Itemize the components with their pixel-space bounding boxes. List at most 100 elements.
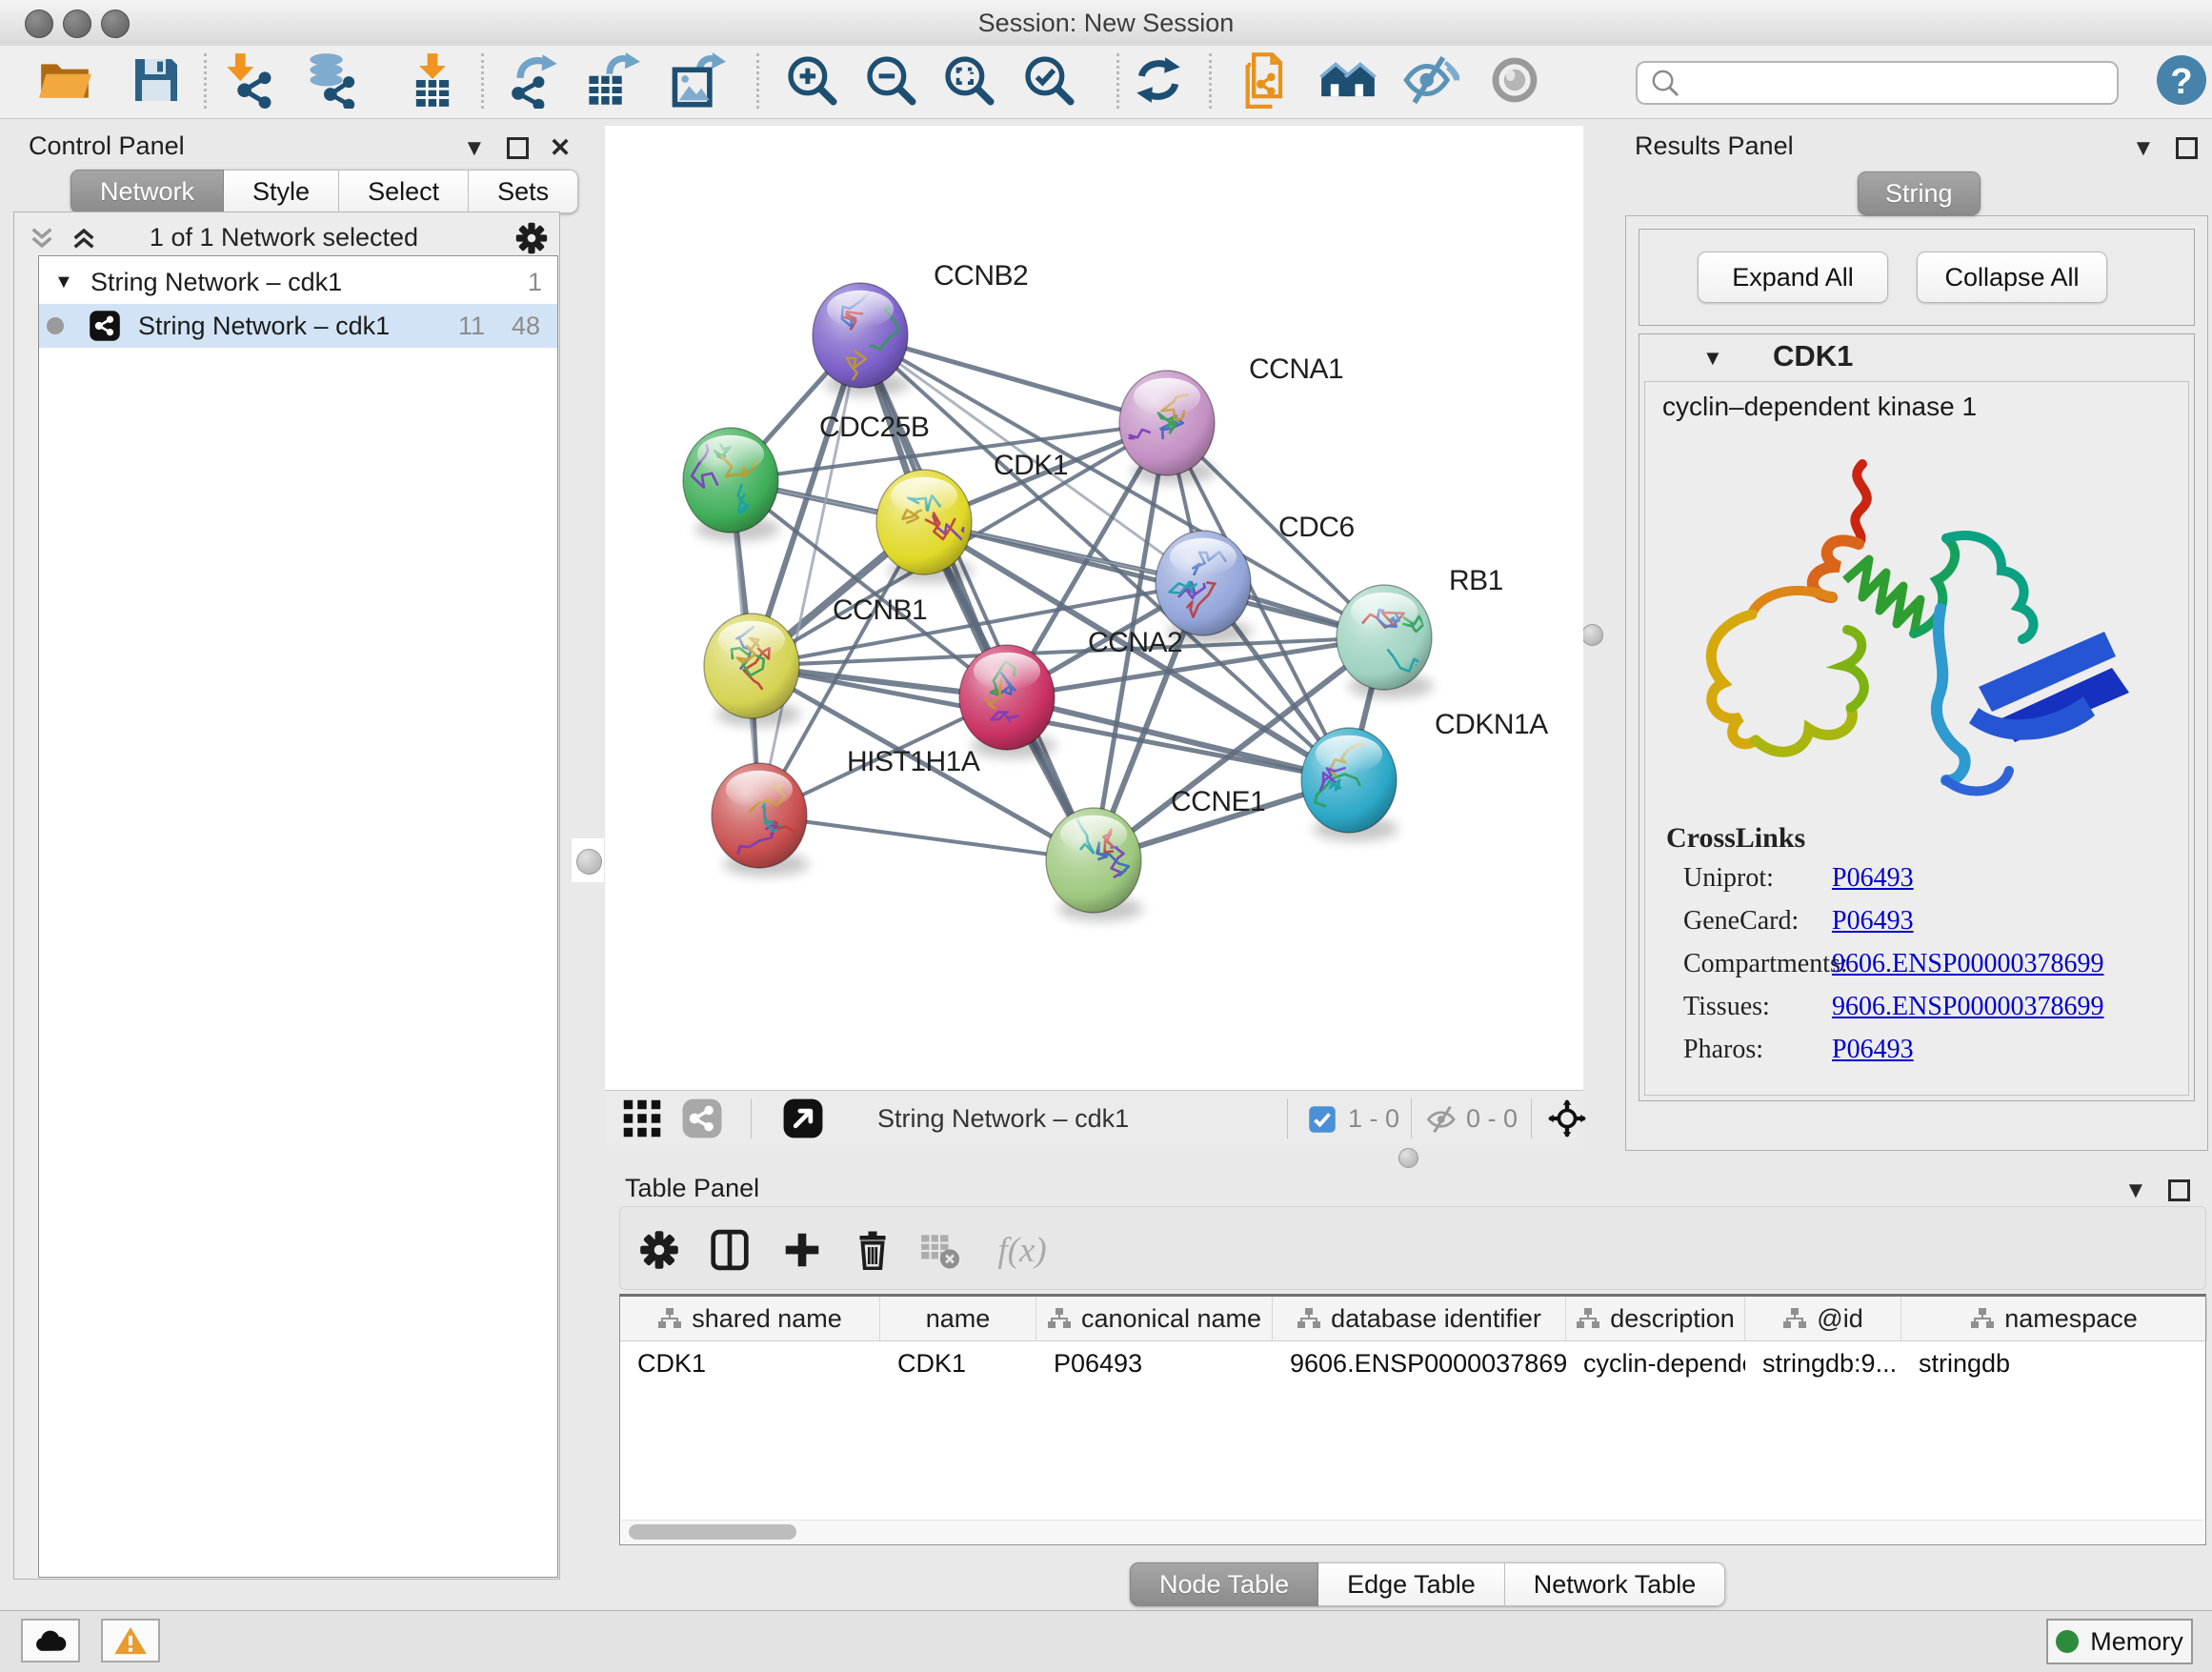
birdseye-view-button[interactable] bbox=[622, 1098, 662, 1143]
export-network-to-file-button[interactable] bbox=[502, 50, 563, 111]
string-network-graph[interactable]: CCNB2CCNA1CDC25BCDK1CDC6RB1CCNB1CCNA2CDK… bbox=[605, 126, 1583, 1090]
houses-icon bbox=[1319, 51, 1377, 109]
crosslink-value-link[interactable]: P06493 bbox=[1832, 863, 1914, 894]
zoom-selected-button[interactable] bbox=[1018, 50, 1079, 111]
zoom-fit-content-button[interactable] bbox=[938, 50, 999, 111]
network-canvas[interactable]: CCNB2CCNA1CDC25BCDK1CDC6RB1CCNB1CCNA2CDK… bbox=[605, 126, 1583, 1090]
table-cell[interactable]: stringdb bbox=[1901, 1341, 2207, 1385]
hide-unhide-button[interactable] bbox=[1400, 50, 1461, 111]
table-cell[interactable]: 9606.ENSP00000378699 bbox=[1273, 1341, 1566, 1385]
hidden-eye-slash-icon bbox=[1426, 1104, 1458, 1135]
toolbar-separator bbox=[1116, 53, 1119, 109]
help-button[interactable]: ? bbox=[2151, 50, 2212, 111]
import-network-from-file-button[interactable] bbox=[220, 50, 281, 111]
column-header-shared-name[interactable]: shared name bbox=[620, 1297, 880, 1340]
node-RB1[interactable] bbox=[1337, 585, 1434, 698]
create-column-button[interactable] bbox=[775, 1223, 829, 1277]
expand-all-button[interactable]: Expand All bbox=[1698, 252, 1888, 303]
table-horizontal-scrollbar[interactable] bbox=[621, 1520, 2204, 1543]
sidebar-splitter-handle[interactable] bbox=[576, 849, 602, 875]
string-style-button[interactable] bbox=[681, 1098, 723, 1144]
import-table-from-file-button[interactable] bbox=[402, 50, 463, 111]
column-header-namespace[interactable]: namespace bbox=[1901, 1297, 2207, 1340]
import-network-from-database-button[interactable] bbox=[302, 50, 363, 111]
network-row-selected[interactable]: String Network – cdk1 11 48 bbox=[39, 304, 557, 348]
show-button[interactable] bbox=[1484, 50, 1545, 111]
fit-selected-crosshair-icon[interactable] bbox=[1548, 1099, 1586, 1138]
open-in-browser-button[interactable] bbox=[782, 1098, 824, 1144]
refresh-view-button[interactable] bbox=[1128, 50, 1189, 111]
node-CDC25B[interactable] bbox=[683, 428, 780, 541]
table-cell[interactable]: cyclin-dependent ... bbox=[1566, 1341, 1745, 1385]
results-splitter-handle[interactable] bbox=[1581, 624, 1603, 646]
column-header-database-identifier[interactable]: database identifier bbox=[1273, 1297, 1566, 1340]
edge-HIST1H1A-CCNE1[interactable] bbox=[759, 816, 1094, 860]
close-panel-icon[interactable]: ✕ bbox=[550, 133, 572, 163]
column-header-name[interactable]: name bbox=[880, 1297, 1036, 1340]
table-splitter-handle[interactable] bbox=[1398, 1148, 1418, 1168]
tab-select[interactable]: Select bbox=[339, 170, 469, 213]
tab-sets[interactable]: Sets bbox=[469, 170, 578, 213]
panel-menu-icon[interactable]: ▼ bbox=[463, 135, 486, 162]
node-CDK1[interactable] bbox=[876, 470, 974, 583]
panel-menu-icon[interactable]: ▼ bbox=[2132, 135, 2155, 162]
column-header-@id[interactable]: @id bbox=[1745, 1297, 1901, 1340]
search-box[interactable] bbox=[1636, 61, 2119, 105]
home-button[interactable] bbox=[1317, 50, 1378, 111]
float-panel-icon[interactable] bbox=[2168, 1179, 2190, 1201]
tab-network-table[interactable]: Network Table bbox=[1505, 1562, 1726, 1606]
search-input[interactable] bbox=[1681, 68, 2117, 99]
gene-expander-icon[interactable]: ▼ bbox=[1702, 346, 1723, 371]
tree-expander-icon[interactable]: ▼ bbox=[54, 260, 73, 304]
edge-CCNB2-HIST1H1A[interactable] bbox=[759, 335, 860, 816]
delete-column-button[interactable] bbox=[846, 1223, 899, 1277]
network-tree: ▼ String Network – cdk1 1 String Network… bbox=[38, 255, 558, 1578]
node-CCNA2[interactable] bbox=[959, 645, 1056, 758]
scrollbar-thumb[interactable] bbox=[629, 1524, 796, 1540]
tab-node-table[interactable]: Node Table bbox=[1130, 1562, 1318, 1606]
network-collection-row[interactable]: ▼ String Network – cdk1 1 bbox=[39, 260, 557, 304]
node-CCNB1[interactable] bbox=[704, 614, 801, 727]
table-options-button[interactable] bbox=[633, 1223, 686, 1277]
tab-edge-table[interactable]: Edge Table bbox=[1318, 1562, 1505, 1606]
node-HIST1H1A[interactable] bbox=[712, 763, 809, 876]
memory-status-button[interactable]: Memory bbox=[2046, 1619, 2193, 1664]
zoom-in-button[interactable] bbox=[781, 50, 842, 111]
crosslink-value-link[interactable]: 9606.ENSP00000378699 bbox=[1832, 949, 2103, 979]
table-cell[interactable]: stringdb:9... bbox=[1745, 1341, 1901, 1385]
collapse-all-button[interactable]: Collapse All bbox=[1917, 252, 2107, 303]
cloud-status-button[interactable] bbox=[21, 1619, 80, 1662]
toolbar-separator bbox=[751, 1098, 752, 1138]
column-source-icon bbox=[1576, 1307, 1600, 1330]
warning-status-button[interactable] bbox=[101, 1619, 160, 1662]
node-CCNB2[interactable] bbox=[813, 283, 910, 396]
table-cell[interactable]: CDK1 bbox=[880, 1341, 1036, 1385]
panel-menu-icon[interactable]: ▼ bbox=[2124, 1178, 2147, 1204]
crosslink-value-link[interactable]: P06493 bbox=[1832, 906, 1914, 937]
zoom-out-button[interactable] bbox=[860, 50, 921, 111]
float-panel-icon[interactable] bbox=[2176, 137, 2198, 159]
table-cell[interactable]: P06493 bbox=[1036, 1341, 1273, 1385]
node-CCNA1[interactable] bbox=[1119, 371, 1217, 484]
results-panel-tabs: String bbox=[1858, 171, 1981, 215]
share-document-button[interactable] bbox=[1236, 50, 1297, 111]
float-panel-icon[interactable] bbox=[507, 137, 529, 159]
save-session-button[interactable] bbox=[126, 50, 187, 111]
column-header-description[interactable]: description bbox=[1566, 1297, 1745, 1340]
column-header-canonical-name[interactable]: canonical name bbox=[1036, 1297, 1273, 1340]
node-CDKN1A[interactable] bbox=[1301, 728, 1398, 841]
table-cell[interactable]: CDK1 bbox=[620, 1341, 880, 1385]
node-CCNE1[interactable] bbox=[1046, 808, 1143, 921]
crosslink-label: Compartments: bbox=[1683, 949, 1848, 979]
tab-string[interactable]: String bbox=[1858, 171, 1981, 215]
open-session-button[interactable] bbox=[34, 50, 95, 111]
tab-style[interactable]: Style bbox=[224, 170, 339, 213]
crosslink-value-link[interactable]: P06493 bbox=[1832, 1035, 1914, 1065]
table-row[interactable]: CDK1CDK1P064939606.ENSP00000378699cyclin… bbox=[620, 1341, 2205, 1385]
network-options-gear-icon[interactable] bbox=[514, 221, 549, 255]
export-image-button[interactable] bbox=[667, 50, 728, 111]
tab-network[interactable]: Network bbox=[70, 170, 224, 213]
show-columns-button[interactable] bbox=[703, 1223, 756, 1277]
export-table-to-file-button[interactable] bbox=[581, 50, 642, 111]
crosslink-value-link[interactable]: 9606.ENSP00000378699 bbox=[1832, 992, 2103, 1022]
